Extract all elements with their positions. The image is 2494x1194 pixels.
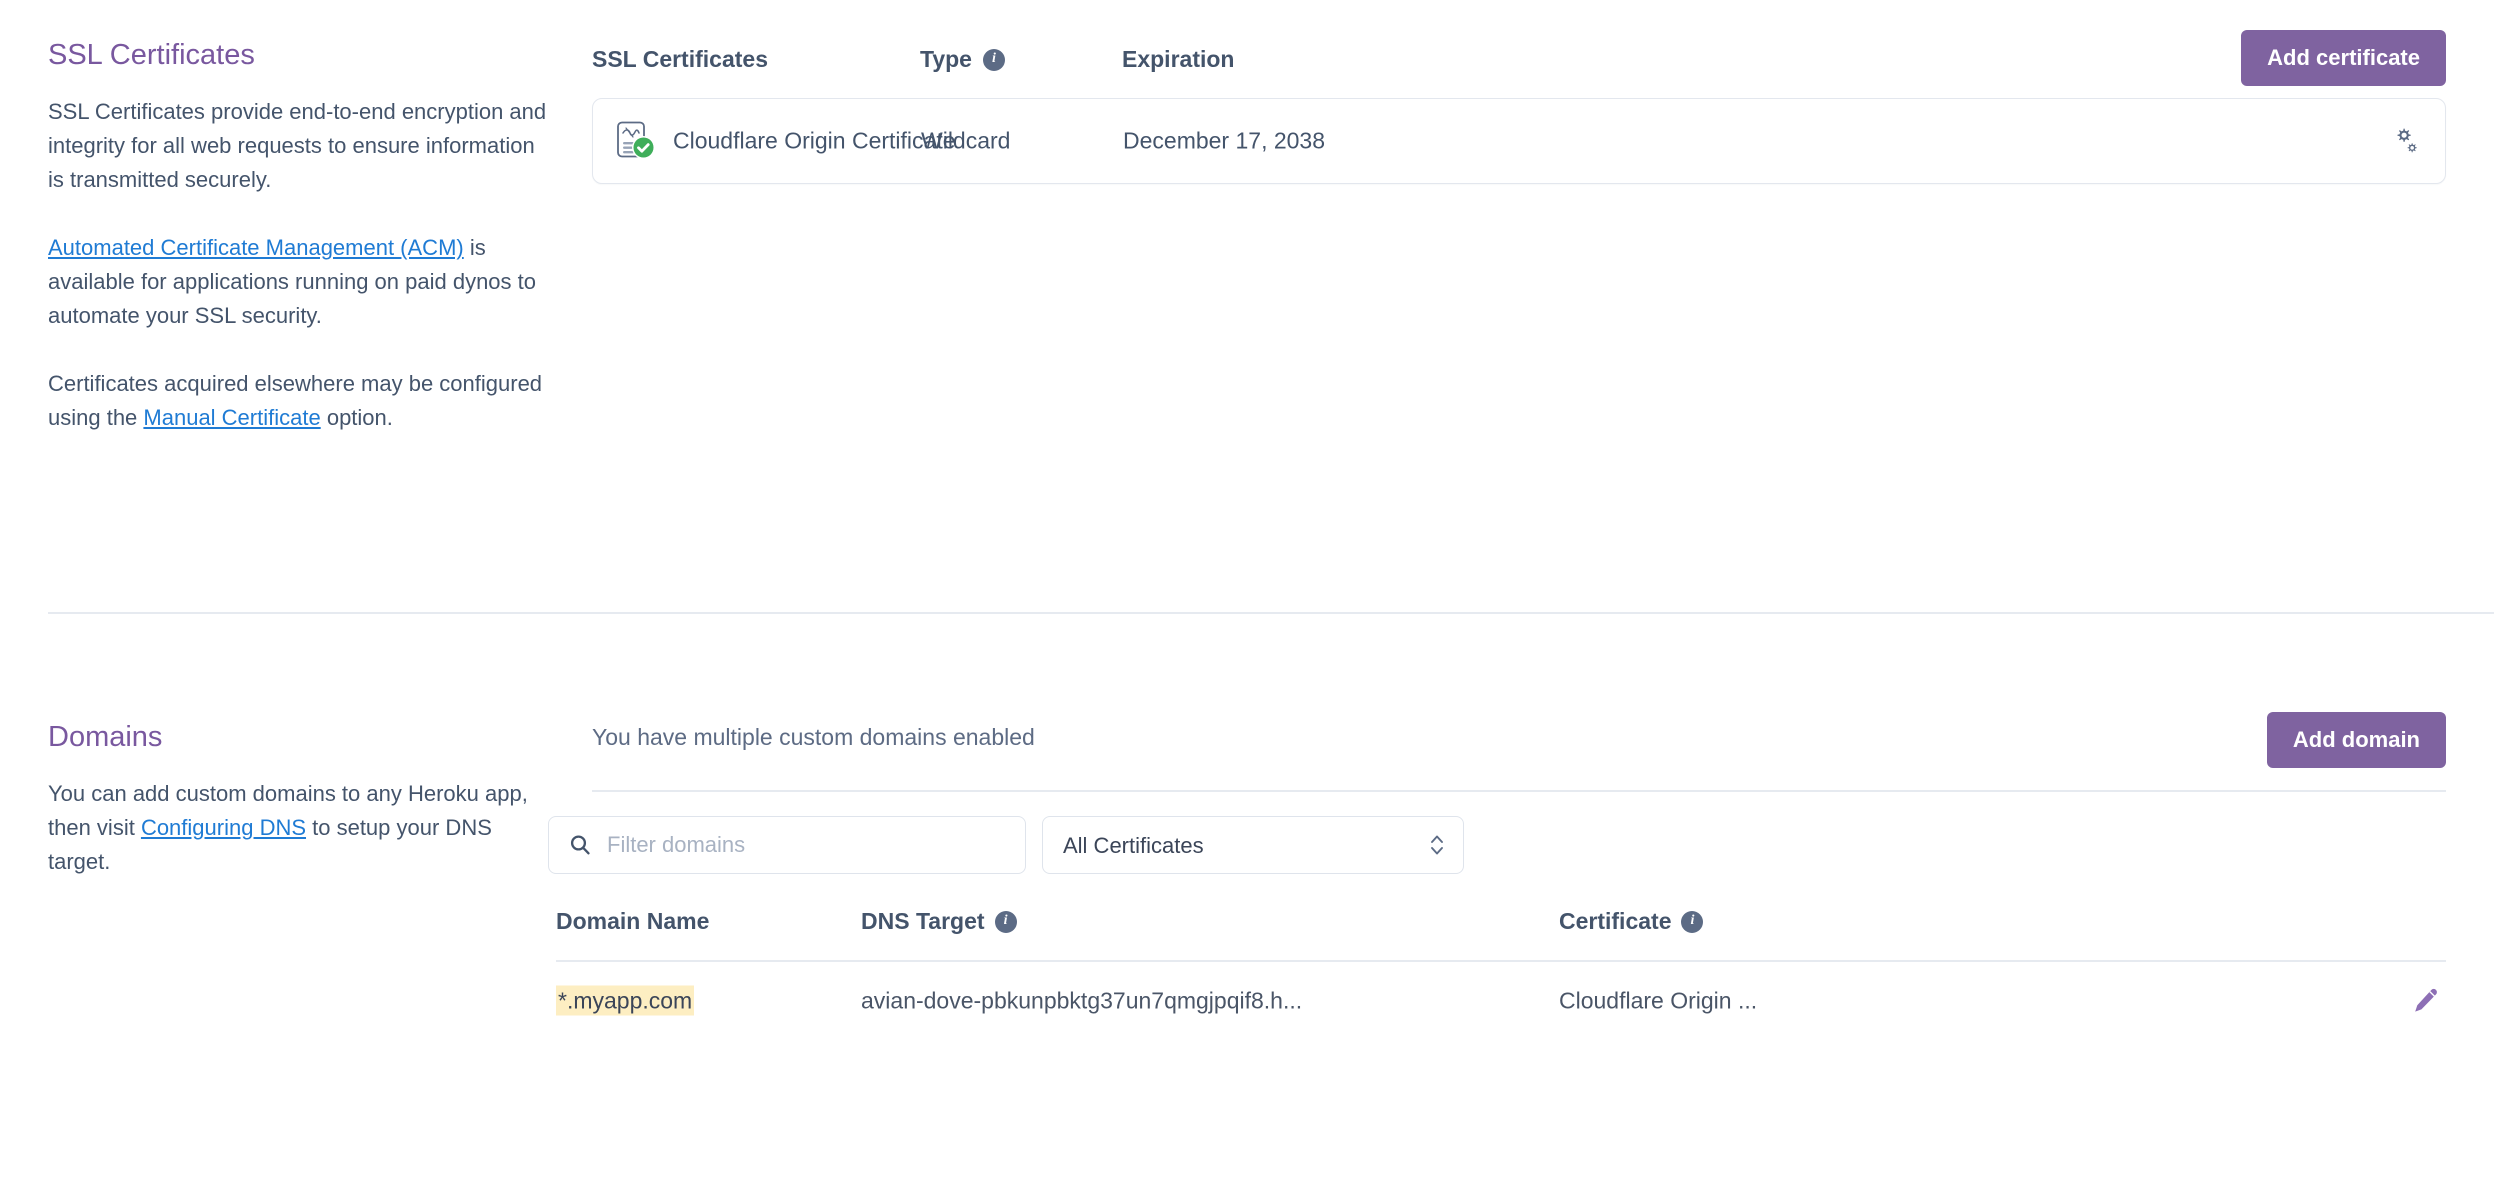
table-row[interactable]: *.myapp.com avian-dove-pbkunpbktg37un7qm…	[556, 958, 2446, 1044]
certificate-cell: Cloudflare Origin ...	[1559, 987, 1758, 1014]
ssl-paragraph-3: Certificates acquired elsewhere may be c…	[48, 367, 548, 435]
domains-description-column: Domains You can add custom domains to an…	[48, 712, 548, 1194]
domains-table: Domain Name DNS Target i Certificate i *…	[556, 908, 2446, 1044]
ssl-paragraph-1: SSL Certificates provide end-to-end encr…	[48, 98, 547, 192]
domain-column-header-name-label: Domain Name	[556, 908, 710, 934]
ssl-column-header-type: Type i	[920, 46, 1005, 73]
domain-column-header-dns-target-label: DNS Target	[861, 908, 985, 934]
ssl-table-header: SSL Certificates Type i Expiration Add c…	[592, 30, 2446, 92]
ssl-certificates-section: SSL Certificates SSL Certificates provid…	[0, 0, 2494, 628]
domain-column-header-name: Domain Name	[556, 908, 709, 935]
info-icon[interactable]: i	[1681, 910, 1704, 933]
certificate-type: Wildcard	[921, 127, 1011, 154]
ssl-table-column: SSL Certificates Type i Expiration Add c…	[548, 30, 2446, 628]
ssl-paragraph-3-after: option.	[320, 405, 393, 431]
domain-column-header-certificate: Certificate i	[1559, 908, 1704, 935]
ssl-column-header-expiration: Expiration	[1122, 46, 1234, 73]
domains-status-note: You have multiple custom domains enabled	[592, 724, 1035, 750]
section-divider	[48, 612, 2494, 614]
domains-header-row: You have multiple custom domains enabled…	[592, 712, 2446, 792]
domains-header-rule	[592, 790, 2446, 792]
ssl-column-header-name-label: SSL Certificates	[592, 46, 768, 72]
gears-settings-icon[interactable]	[2391, 126, 2421, 156]
dns-target-cell: avian-dove-pbkunpbktg37un7qmgjpqif8.h...	[861, 987, 1303, 1014]
ssl-section-title: SSL Certificates	[48, 39, 255, 71]
ssl-and-domains-page: SSL Certificates SSL Certificates provid…	[0, 0, 2494, 1194]
certificate-verified-icon	[615, 120, 657, 162]
acm-link[interactable]: Automated Certificate Management (ACM)	[48, 235, 464, 260]
domains-table-header: Domain Name DNS Target i Certificate i	[556, 908, 2446, 962]
certificate-name: Cloudflare Origin Certificate	[673, 127, 956, 154]
ssl-column-header-name: SSL Certificates	[592, 46, 768, 73]
ssl-column-header-type-label: Type	[920, 46, 972, 72]
add-domain-button[interactable]: Add domain	[2266, 712, 2446, 768]
certificate-row[interactable]: Cloudflare Origin Certificate Wildcard D…	[592, 98, 2446, 184]
info-icon[interactable]: i	[994, 910, 1017, 933]
domains-section: Domains You can add custom domains to an…	[0, 628, 2494, 1194]
ssl-paragraph-2: Automated Certificate Management (ACM) i…	[48, 231, 548, 333]
domains-section-title: Domains	[48, 721, 163, 753]
domains-table-column: You have multiple custom domains enabled…	[548, 712, 2446, 1194]
filter-domains-input[interactable]	[548, 816, 1026, 874]
edit-pencil-icon[interactable]	[2410, 986, 2440, 1016]
domain-column-header-certificate-label: Certificate	[1559, 908, 1672, 934]
configuring-dns-link[interactable]: Configuring DNS	[141, 815, 306, 840]
certificate-filter-select[interactable]: All Certificates	[1042, 816, 1464, 874]
info-icon[interactable]: i	[982, 48, 1005, 71]
manual-certificate-link[interactable]: Manual Certificate	[143, 405, 320, 430]
add-certificate-button[interactable]: Add certificate	[2241, 30, 2446, 86]
domain-name-highlight: *.myapp.com	[556, 985, 695, 1016]
ssl-column-header-expiration-label: Expiration	[1122, 46, 1235, 72]
domain-column-header-dns-target: DNS Target i	[861, 908, 1017, 935]
ssl-description-column: SSL Certificates SSL Certificates provid…	[48, 30, 548, 628]
domain-name-cell: *.myapp.com	[556, 985, 695, 1016]
filter-domains-field	[548, 816, 1026, 874]
domains-filter-bar: All Certificates	[548, 816, 1464, 874]
certificate-filter-field: All Certificates	[1042, 816, 1464, 874]
domains-paragraph: You can add custom domains to any Heroku…	[48, 777, 548, 879]
certificate-expiration: December 17, 2038	[1123, 127, 1326, 154]
